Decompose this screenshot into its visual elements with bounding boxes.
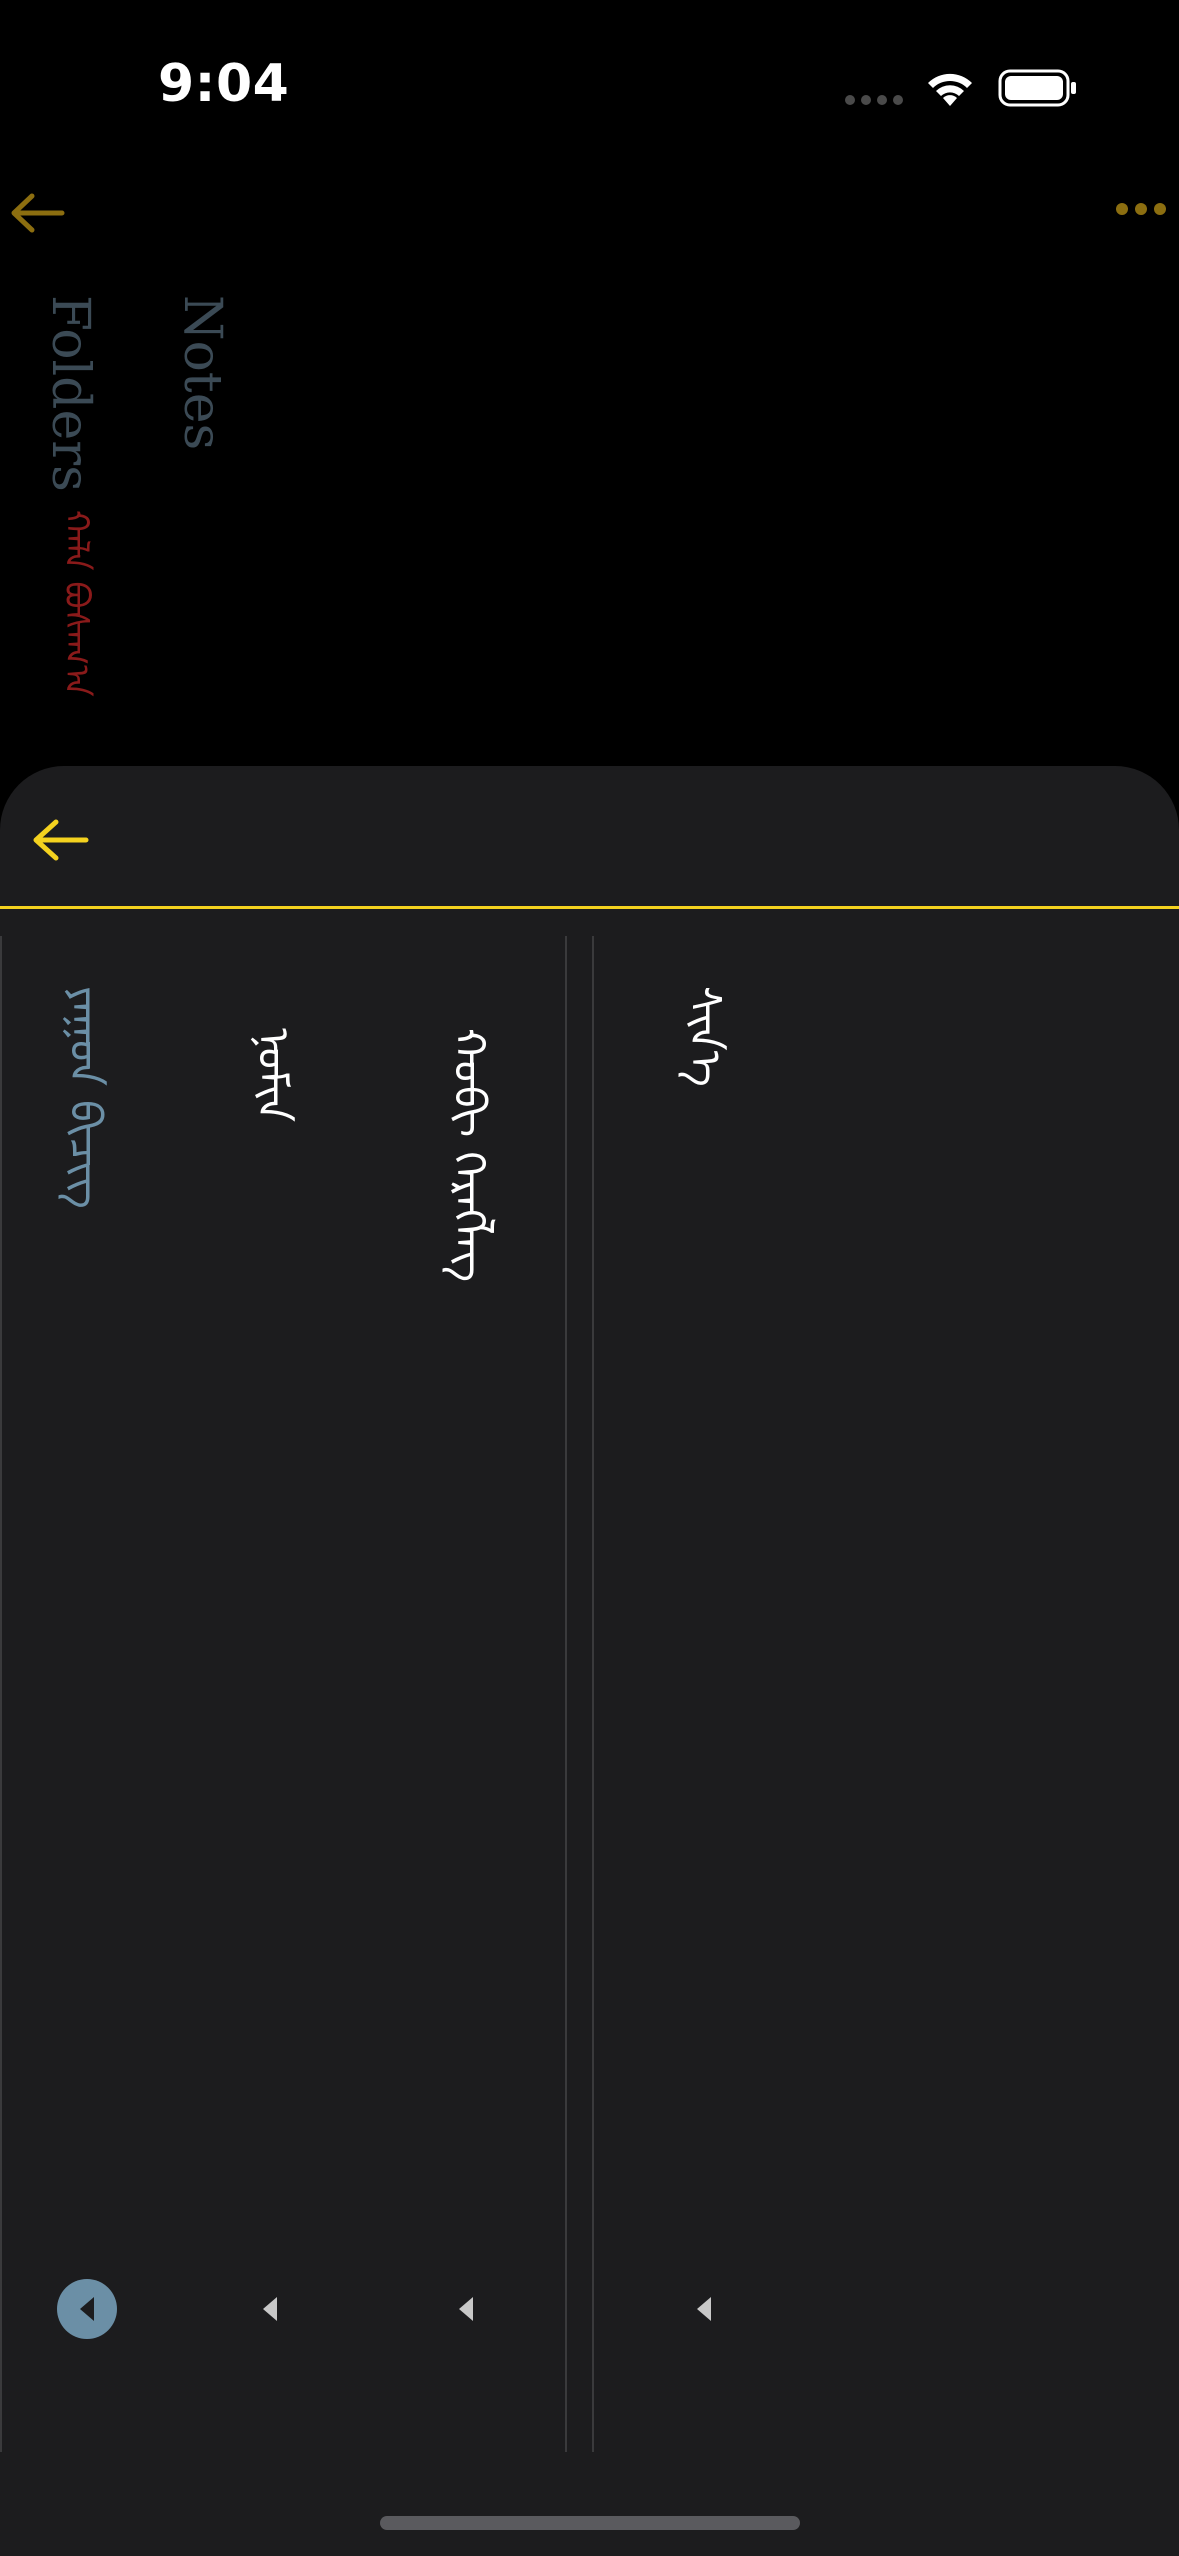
wifi-icon — [928, 73, 972, 106]
home-indicator[interactable] — [380, 2516, 800, 2530]
list-item-label[interactable]: ᠨᠣᠮᠢᠨ — [247, 1028, 298, 1122]
background-folders-title: Folders — [40, 295, 100, 492]
caret-left-icon — [459, 2297, 473, 2321]
list-item-label[interactable]: ᠬᠤᠪᠢ ᠬᠡᠷᠡᠭᠯᠡᠭ — [443, 1028, 494, 1282]
column-divider — [592, 936, 594, 2452]
more-options-icon[interactable] — [1116, 203, 1166, 215]
caret-left-icon — [263, 2297, 277, 2321]
caret-left-icon — [80, 2297, 94, 2321]
caret-left-icon — [697, 2297, 711, 2321]
expand-arrow-button[interactable] — [674, 2279, 734, 2339]
expand-arrow-button-selected[interactable] — [57, 2279, 117, 2339]
battery-icon — [998, 69, 1076, 107]
background-notes-title: Notes — [172, 295, 232, 451]
background-back-arrow-icon[interactable] — [8, 190, 66, 236]
cellular-signal-icon — [845, 95, 903, 105]
expand-arrow-button[interactable] — [436, 2279, 496, 2339]
list-item-label[interactable]: ᠶᠠᠭᠤᠨ ᠪᠢᠴᠢᠭ — [59, 986, 110, 1209]
sheet-back-arrow-icon[interactable] — [30, 816, 90, 864]
background-mongolian-label: ᠬᠠᠯᠠ ᠪᠣᠰᠠᠭ᠎ᠠ — [56, 510, 96, 697]
status-time: 9:04 — [158, 54, 290, 114]
expand-arrow-button[interactable] — [240, 2279, 300, 2339]
column-divider — [0, 936, 2, 2452]
bottom-sheet: ᠶᠠᠭᠤᠨ ᠪᠢᠴᠢᠭ ᠨᠣᠮᠢᠨ ᠬᠤᠪᠢ ᠬᠡᠷᠡᠭᠯᠡᠭ ᠰᠢᠨ᠎ᠡ — [0, 766, 1179, 2556]
header-divider — [0, 906, 1179, 909]
list-item-label[interactable]: ᠰᠢᠨ᠎ᠡ — [679, 986, 730, 1087]
column-divider — [565, 936, 567, 2452]
